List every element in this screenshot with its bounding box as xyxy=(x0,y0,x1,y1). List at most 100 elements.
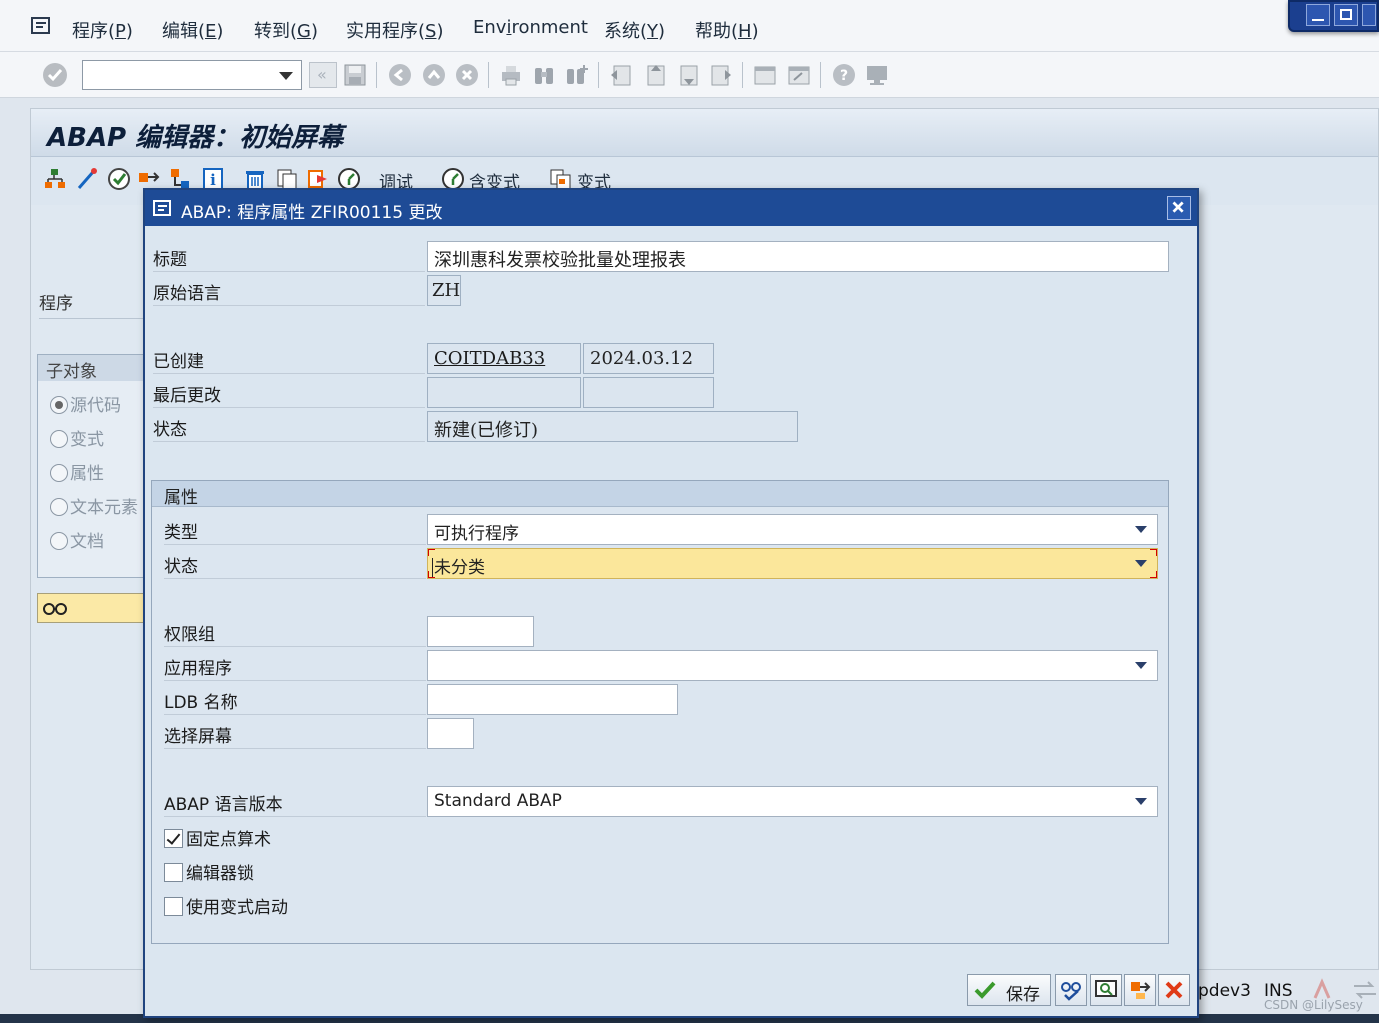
program-label: 程序 xyxy=(39,289,144,319)
radio-source-code[interactable]: 源代码 xyxy=(50,391,121,416)
application-dropdown[interactable] xyxy=(427,650,1158,681)
display-object-button[interactable] xyxy=(1090,974,1122,1006)
display-button[interactable] xyxy=(37,593,157,623)
menu-help[interactable]: 帮助(H) xyxy=(695,17,759,43)
chevron-down-icon[interactable] xyxy=(1135,526,1147,533)
enter-check-icon[interactable] xyxy=(42,62,68,88)
check-syntax-icon[interactable] xyxy=(107,167,131,191)
type-label: 类型 xyxy=(164,513,426,545)
original-language-label: 原始语言 xyxy=(153,274,425,306)
prev-page-icon[interactable] xyxy=(642,62,668,88)
close-window-icon[interactable] xyxy=(1362,4,1376,26)
abap-version-label: ABAP 语言版本 xyxy=(164,785,426,817)
radio-icon[interactable] xyxy=(50,498,68,516)
print-icon[interactable] xyxy=(498,62,524,88)
standard-toolbar: « ? xyxy=(0,52,1379,98)
radio-icon[interactable] xyxy=(50,464,68,482)
save-icon[interactable] xyxy=(342,62,368,88)
close-icon[interactable] xyxy=(1167,196,1191,220)
radio-selected-icon[interactable] xyxy=(50,396,68,414)
dialog-menu-icon[interactable] xyxy=(153,199,175,217)
subobjects-title: 子对象 xyxy=(38,355,156,382)
selection-screen-field[interactable] xyxy=(427,718,474,749)
last-page-icon[interactable] xyxy=(708,62,734,88)
fixed-point-checkbox[interactable]: 固定点算术 xyxy=(164,825,271,850)
maximize-icon[interactable] xyxy=(1334,4,1358,26)
glasses-check-icon xyxy=(1061,982,1081,1001)
program-attributes-dialog: ABAP: 程序属性 ZFIR00115 更改 标题 深圳惠科发票校验批量处理报… xyxy=(143,188,1199,1018)
attr-status-dropdown[interactable]: 未分类 xyxy=(427,548,1158,579)
title-label: 标题 xyxy=(153,240,425,272)
layout-icon[interactable] xyxy=(864,62,890,88)
abap-version-dropdown[interactable]: Standard ABAP xyxy=(427,786,1158,817)
focus-corner xyxy=(1150,571,1157,578)
type-dropdown[interactable]: 可执行程序 xyxy=(427,514,1158,545)
save-button[interactable]: 保存 xyxy=(967,974,1051,1006)
menu-goto[interactable]: 转到(G) xyxy=(254,17,318,43)
selection-screen-label: 选择屏幕 xyxy=(164,717,426,749)
server-name: pdev3 xyxy=(1198,981,1251,1001)
find-icon[interactable] xyxy=(531,62,557,88)
minimize-icon[interactable] xyxy=(1306,4,1330,26)
menu-environment[interactable]: Environment xyxy=(473,17,588,38)
transport-icon xyxy=(1131,982,1151,999)
chevron-down-icon[interactable] xyxy=(279,72,293,80)
radio-icon[interactable] xyxy=(50,532,68,550)
new-session-icon[interactable] xyxy=(752,62,778,88)
start-with-variant-checkbox[interactable]: 使用变式启动 xyxy=(164,893,288,918)
editor-lock-checkbox[interactable]: 编辑器锁 xyxy=(164,859,254,884)
menu-utilities[interactable]: 实用程序(S) xyxy=(346,17,444,43)
title-field[interactable]: 深圳惠科发票校验批量处理报表 xyxy=(427,241,1169,272)
first-page-icon[interactable] xyxy=(608,62,634,88)
system-menu-icon[interactable] xyxy=(30,15,54,37)
ldb-name-field[interactable] xyxy=(427,684,678,715)
last-changed-date-field xyxy=(583,377,714,408)
attributes-group: 属性 类型 可执行程序 状态 未分类 权限组 应用程序 LDB 名称 选择屏幕 … xyxy=(151,480,1169,944)
chevron-down-icon[interactable] xyxy=(1135,560,1147,567)
toolbar-separator xyxy=(488,62,489,88)
back-nav-icon[interactable] xyxy=(387,62,413,88)
hierarchy-icon[interactable] xyxy=(43,167,67,191)
chevron-down-icon[interactable] xyxy=(1135,798,1147,805)
cancel-icon[interactable] xyxy=(454,62,480,88)
magic-wand-icon[interactable] xyxy=(75,167,99,191)
created-label: 已创建 xyxy=(153,342,425,374)
subobjects-group: 子对象 源代码 变式 属性 文本元素 文档 xyxy=(37,354,157,578)
next-page-icon[interactable] xyxy=(675,62,701,88)
menu-edit[interactable]: 编辑(E) xyxy=(162,17,223,43)
checkbox-icon[interactable] xyxy=(164,863,183,882)
radio-icon[interactable] xyxy=(50,430,68,448)
toolbar-separator xyxy=(376,62,377,88)
chevron-down-icon[interactable] xyxy=(1135,662,1147,669)
glasses-icon xyxy=(43,603,67,615)
status-lock-icon xyxy=(1313,978,1331,999)
radio-text-elements[interactable]: 文本元素 xyxy=(50,493,138,518)
focus-corner xyxy=(1150,549,1157,556)
radio-attributes[interactable]: 属性 xyxy=(50,459,104,484)
status-field: 新建(已修订) xyxy=(427,411,798,442)
shortcut-icon[interactable] xyxy=(786,62,812,88)
checkbox-icon[interactable] xyxy=(164,897,183,916)
radio-documentation[interactable]: 文档 xyxy=(50,527,104,552)
monitor-search-icon xyxy=(1095,980,1117,997)
cancel-button[interactable] xyxy=(1158,974,1190,1006)
find-next-icon[interactable] xyxy=(564,62,590,88)
svg-text:i: i xyxy=(210,171,216,189)
menu-system[interactable]: 系统(Y) xyxy=(604,17,665,43)
command-field[interactable] xyxy=(82,60,302,90)
menu-program[interactable]: 程序(P) xyxy=(72,17,133,43)
created-date-field: 2024.03.12 xyxy=(583,343,714,374)
created-by-field[interactable]: COITDAB33 xyxy=(427,343,581,374)
auth-group-field[interactable] xyxy=(427,616,534,647)
toolbar-separator xyxy=(598,62,599,88)
exit-icon[interactable] xyxy=(421,62,447,88)
dialog-title: ABAP: 程序属性 ZFIR00115 更改 xyxy=(181,203,443,223)
back-icon[interactable]: « xyxy=(309,62,337,88)
status-label: 状态 xyxy=(153,410,425,442)
transport-button[interactable] xyxy=(1124,974,1156,1006)
checkbox-checked-icon[interactable] xyxy=(164,829,183,848)
radio-variants[interactable]: 变式 xyxy=(50,425,104,450)
help-icon[interactable]: ? xyxy=(831,62,857,88)
original-language-field: ZH xyxy=(427,275,461,306)
check-attributes-button[interactable] xyxy=(1055,974,1087,1006)
